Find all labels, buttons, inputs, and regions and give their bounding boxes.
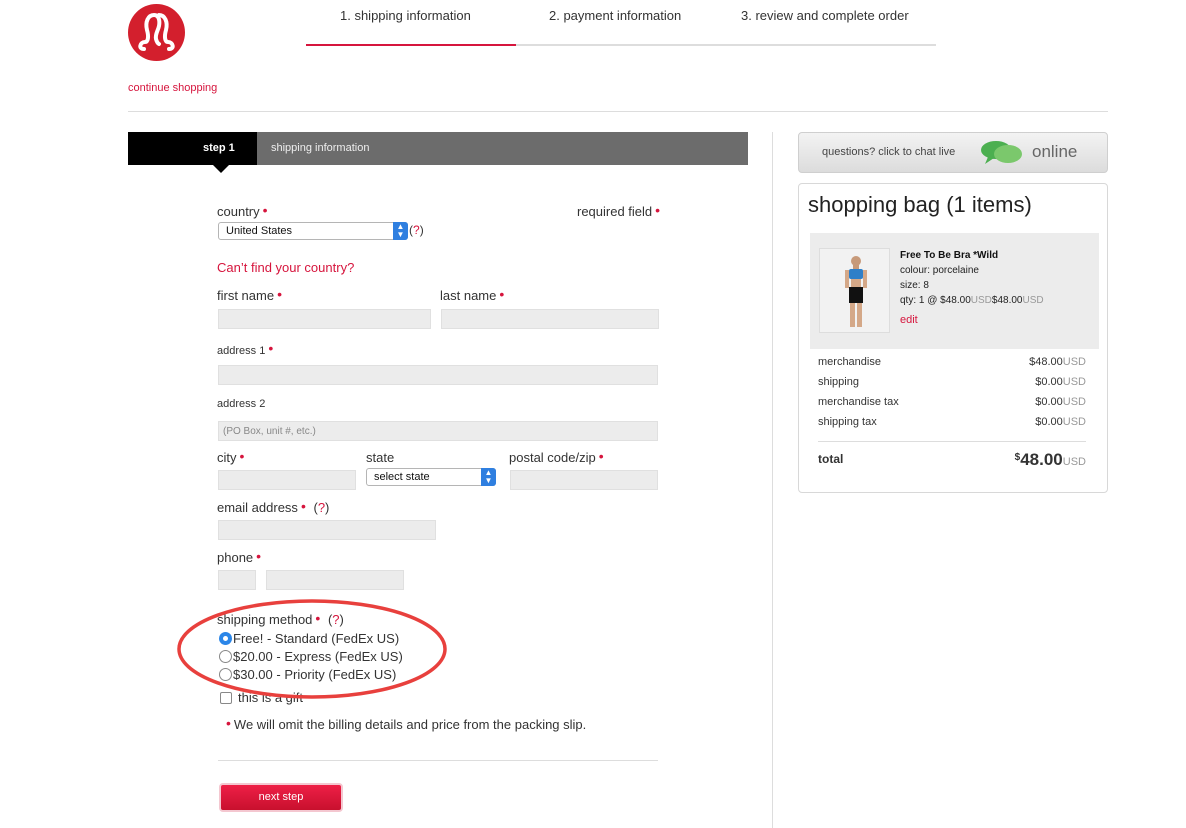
nav-step-payment[interactable]: 2. payment information bbox=[549, 8, 681, 23]
gift-note: • We will omit the billing details and pr… bbox=[226, 715, 587, 732]
summary-merchandise-tax: merchandise tax $0.00USD bbox=[818, 396, 1086, 408]
chat-text: questions? click to chat live bbox=[822, 146, 956, 158]
chat-bubbles-icon bbox=[981, 141, 1022, 164]
step-number: step 1 bbox=[203, 142, 235, 154]
phone-number-field[interactable] bbox=[266, 570, 404, 590]
item-colour: colour: porcelaine bbox=[900, 265, 979, 276]
address1-field[interactable] bbox=[218, 365, 658, 385]
address2-label: address 2 bbox=[217, 398, 266, 410]
steps-progress bbox=[306, 44, 516, 46]
logo-mark-icon bbox=[138, 12, 175, 51]
address1-label: address 1 • bbox=[217, 340, 274, 357]
phone-area-field[interactable] bbox=[218, 570, 256, 590]
item-qty: qty: 1 @ $48.00USD$48.00USD bbox=[900, 295, 1044, 306]
address2-field[interactable]: (PO Box, unit #, etc.) bbox=[218, 421, 658, 441]
last-name-label: last name • bbox=[440, 286, 505, 303]
state-select[interactable]: select state ▲ ▼ bbox=[366, 468, 496, 486]
next-step-button[interactable]: next step bbox=[219, 783, 343, 812]
lululemon-logo[interactable] bbox=[128, 4, 185, 61]
postal-field[interactable] bbox=[510, 470, 658, 490]
product-photo-icon bbox=[820, 249, 889, 332]
header-divider bbox=[128, 111, 1108, 112]
country-help-link[interactable]: (?) bbox=[409, 223, 424, 237]
summary-divider bbox=[818, 441, 1086, 442]
nav-step-shipping[interactable]: 1. shipping information bbox=[340, 8, 471, 23]
chat-status: online bbox=[1032, 142, 1078, 161]
phone-label: phone • bbox=[217, 548, 262, 565]
summary-shipping: shipping $0.00USD bbox=[818, 376, 1086, 388]
postal-label: postal code/zip • bbox=[509, 448, 604, 465]
item-size: size: 8 bbox=[900, 280, 929, 291]
continue-shopping-link[interactable]: continue shopping bbox=[128, 82, 217, 94]
country-label: country • bbox=[217, 202, 268, 219]
email-field[interactable] bbox=[218, 520, 436, 540]
summary-total: total $48.00USD bbox=[818, 450, 1086, 469]
select-arrows-icon: ▲ ▼ bbox=[481, 468, 496, 486]
city-label: city • bbox=[217, 448, 245, 465]
select-arrows-icon: ▲ ▼ bbox=[393, 222, 408, 240]
bag-title: shopping bag (1 items) bbox=[808, 192, 1032, 217]
step-bar-current bbox=[128, 132, 257, 165]
item-edit-link[interactable]: edit bbox=[900, 314, 918, 326]
email-label: email address • (?) bbox=[217, 498, 330, 515]
summary-shipping-tax: shipping tax $0.00USD bbox=[818, 416, 1086, 428]
country-select[interactable]: United States ▲ ▼ bbox=[218, 222, 408, 240]
form-divider bbox=[218, 760, 658, 761]
first-name-field[interactable] bbox=[218, 309, 431, 329]
first-name-label: first name • bbox=[217, 286, 282, 303]
state-label: state bbox=[366, 450, 395, 465]
column-divider bbox=[772, 132, 773, 828]
annotation-circle bbox=[177, 599, 447, 699]
city-field[interactable] bbox=[218, 470, 356, 490]
item-name[interactable]: Free To Be Bra *Wild bbox=[900, 250, 998, 261]
step-title: shipping information bbox=[271, 142, 370, 154]
summary-merchandise: merchandise $48.00USD bbox=[818, 356, 1086, 368]
step-bar-pointer bbox=[213, 165, 229, 173]
last-name-field[interactable] bbox=[441, 309, 659, 329]
product-image[interactable] bbox=[819, 248, 890, 333]
cant-find-country-link[interactable]: Can’t find your country? bbox=[217, 260, 354, 275]
nav-step-review[interactable]: 3. review and complete order bbox=[741, 8, 909, 23]
required-field-note: required field • bbox=[577, 202, 661, 219]
